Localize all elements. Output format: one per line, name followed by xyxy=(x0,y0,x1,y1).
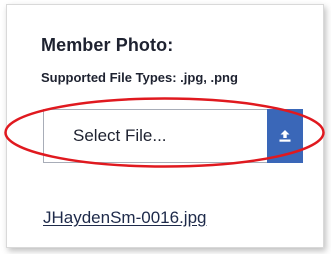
member-photo-card: Member Photo: Supported File Types: .jpg… xyxy=(6,4,324,248)
select-file-label: Select File... xyxy=(73,126,167,145)
section-title: Member Photo: xyxy=(41,35,174,55)
supported-file-types: Supported File Types: .jpg, .png xyxy=(41,70,238,85)
file-select-field[interactable]: Select File... xyxy=(43,109,303,163)
uploaded-file-link[interactable]: JHaydenSm-0016.jpg xyxy=(43,208,206,228)
upload-icon xyxy=(278,129,292,143)
upload-button[interactable] xyxy=(267,109,303,163)
